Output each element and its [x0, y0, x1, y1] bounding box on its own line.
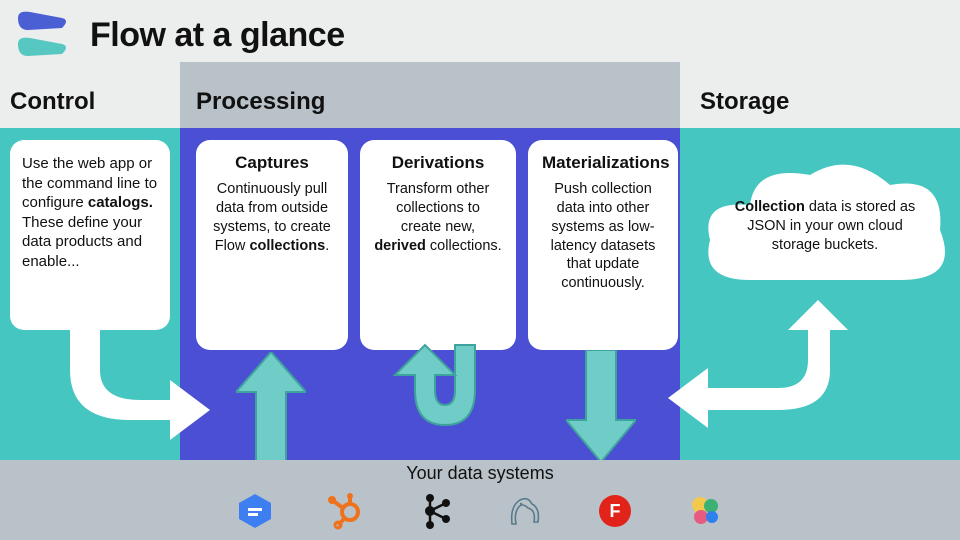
svg-text:F: F [610, 501, 621, 521]
page-title: Flow at a glance [90, 16, 345, 55]
processing-label: Processing [196, 88, 325, 116]
section-labels: Control Processing Storage [0, 88, 960, 128]
data-systems-strip: Your data systems F [0, 460, 960, 540]
materializations-arrow-icon [566, 350, 636, 462]
elasticsearch-icon [686, 492, 724, 530]
kafka-icon [416, 492, 454, 530]
captures-title: Captures [210, 152, 334, 174]
derivations-card: Derivations Transform other collections … [360, 140, 516, 350]
storage-cloud: Collection data is stored as JSON in you… [700, 160, 950, 310]
storage-label: Storage [700, 88, 789, 116]
control-label: Control [10, 88, 95, 116]
hubspot-icon [326, 492, 364, 530]
cloud-text: Collection data is stored as JSON in you… [730, 198, 920, 255]
storage-arrow-icon [668, 300, 858, 450]
captures-card: Captures Continuously pull data from out… [196, 140, 348, 350]
system-icons-row: F [0, 490, 960, 532]
derivations-title: Derivations [374, 152, 502, 174]
flow-logo-icon [10, 8, 70, 62]
bigquery-icon [236, 492, 274, 530]
fauna-icon: F [596, 492, 634, 530]
captures-body: Continuously pull data from outside syst… [213, 181, 331, 254]
derivations-arrow-icon [380, 340, 510, 460]
materializations-title: Materializations [542, 152, 664, 174]
derivations-body: Transform other collections to create ne… [374, 181, 501, 254]
control-card-text: Use the web app or the command line to c… [22, 155, 157, 270]
header: Flow at a glance [0, 0, 960, 70]
mysql-icon [506, 492, 544, 530]
control-card: Use the web app or the command line to c… [10, 140, 170, 330]
control-arrow-icon [60, 320, 210, 440]
materializations-body: Push collection data into other systems … [551, 181, 656, 291]
materializations-card: Materializations Push collection data in… [528, 140, 678, 350]
captures-arrow-icon [236, 352, 306, 462]
data-systems-label: Your data systems [0, 463, 960, 484]
